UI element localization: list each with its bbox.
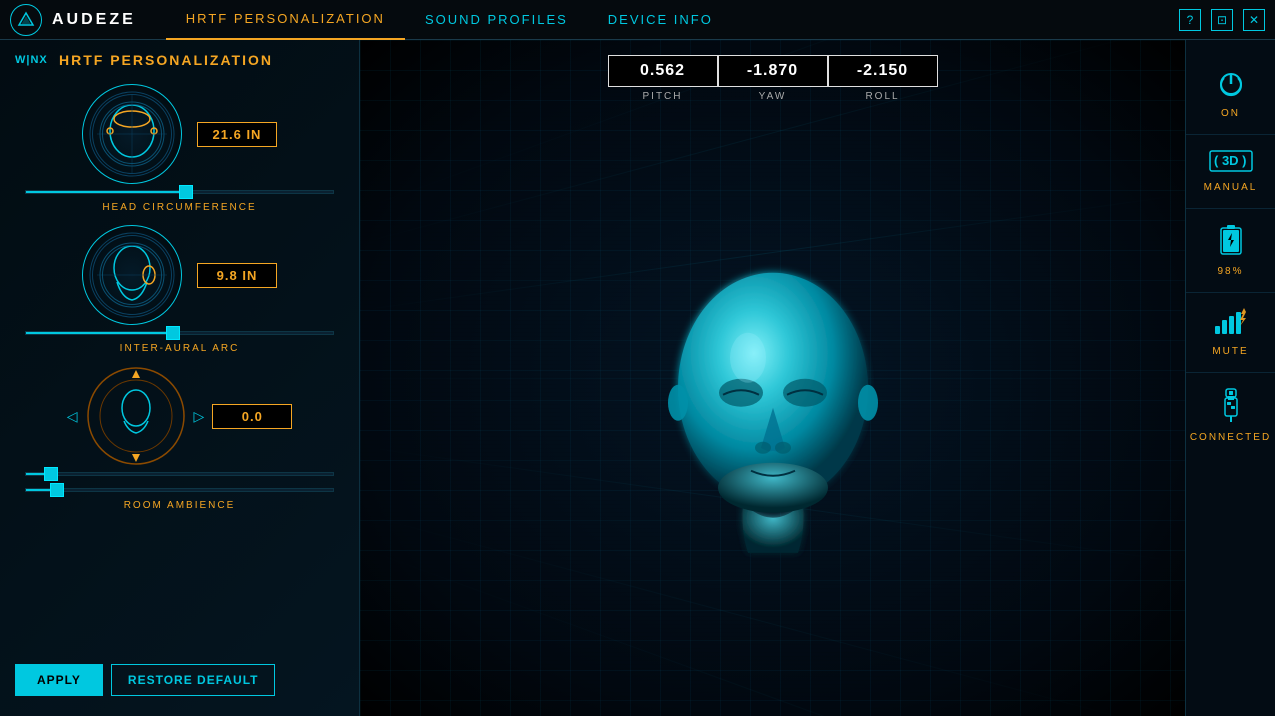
usb-connected-icon bbox=[1218, 388, 1244, 426]
inter-aural-section: 9.8 IN INTER-AURAL ARC bbox=[15, 225, 344, 354]
pitch-label: PITCH bbox=[643, 91, 683, 102]
connected-item: CONNECTED bbox=[1186, 373, 1275, 458]
apply-button[interactable]: APPLY bbox=[15, 664, 103, 696]
head-top-view bbox=[82, 84, 182, 184]
manual-label: MANUAL bbox=[1204, 182, 1258, 193]
manual-3d-icon: ( 3D ) bbox=[1209, 150, 1253, 176]
head-circumference-label: HEAD CIRCUMFERENCE bbox=[15, 202, 344, 213]
svg-text:W|NX: W|NX bbox=[15, 54, 48, 66]
room-ambience-slider[interactable] bbox=[15, 488, 344, 492]
head-circumference-section: 21.6 IN HEAD CIRCUMFERENCE bbox=[15, 84, 344, 213]
ear-offset-value[interactable]: 0.0 bbox=[212, 404, 292, 429]
battery-item: 98% bbox=[1186, 209, 1275, 293]
roll-value: -2.150 bbox=[828, 55, 938, 87]
head-3d-model bbox=[633, 223, 913, 568]
left-panel: W|NX HRTF PERSONALIZATION bbox=[0, 40, 360, 716]
mute-label: MUTE bbox=[1212, 346, 1248, 357]
yaw-label: YAW bbox=[759, 91, 787, 102]
top-nav: AUDEZE HRTF PERSONALIZATION SOUND PROFIL… bbox=[0, 0, 1275, 40]
ear-offset-section: ◁ ▷ 0.0 bbox=[15, 366, 344, 476]
power-label: ON bbox=[1221, 108, 1240, 119]
room-ambience-label: ROOM AMBIENCE bbox=[15, 500, 344, 511]
app-logo bbox=[10, 4, 42, 36]
head-visual-row-2: 9.8 IN bbox=[15, 225, 344, 325]
right-panel: ON ( 3D ) MANUAL bbox=[1185, 40, 1275, 716]
roll-item: -2.150 ROLL bbox=[828, 55, 938, 102]
bottom-buttons: APPLY RESTORE DEFAULT bbox=[15, 664, 275, 696]
nav-right-icons: ? ⊡ ✕ bbox=[1179, 9, 1265, 31]
tab-sound-profiles[interactable]: SOUND PROFILES bbox=[405, 0, 588, 40]
yaw-value: -1.870 bbox=[718, 55, 828, 87]
mute-item[interactable]: MUTE bbox=[1186, 293, 1275, 373]
inter-aural-value[interactable]: 9.8 IN bbox=[197, 263, 277, 288]
tab-hrtf[interactable]: HRTF PERSONALIZATION bbox=[166, 0, 405, 40]
power-icon bbox=[1217, 70, 1245, 102]
ear-offset-slider[interactable] bbox=[15, 472, 344, 476]
svg-text:( 3D ): ( 3D ) bbox=[1214, 153, 1247, 168]
arc-circle bbox=[86, 366, 186, 466]
orientation-row: 0.562 PITCH -1.870 YAW -2.150 ROLL bbox=[608, 55, 938, 102]
inter-aural-label: INTER-AURAL ARC bbox=[15, 343, 344, 354]
panel-title: HRTF PERSONALIZATION bbox=[59, 52, 273, 68]
roll-label: ROLL bbox=[865, 91, 899, 102]
head-side-view bbox=[82, 225, 182, 325]
close-button[interactable]: ✕ bbox=[1243, 9, 1265, 31]
manual-3d-item[interactable]: ( 3D ) MANUAL bbox=[1186, 135, 1275, 209]
tab-device-info[interactable]: DEVICE INFO bbox=[588, 0, 733, 40]
arc-visual: ◁ ▷ 0.0 bbox=[15, 366, 344, 466]
right-arrow-icon: ▷ bbox=[194, 408, 205, 425]
restore-default-button[interactable]: RESTORE DEFAULT bbox=[111, 664, 276, 696]
pitch-value: 0.562 bbox=[608, 55, 718, 87]
brand-name: AUDEZE bbox=[52, 11, 136, 29]
inter-aural-slider[interactable] bbox=[15, 331, 344, 335]
left-arrow-icon: ◁ bbox=[67, 408, 78, 425]
wnx-logo: W|NX bbox=[15, 50, 51, 69]
nav-tabs: HRTF PERSONALIZATION SOUND PROFILES DEVI… bbox=[166, 0, 1179, 40]
head-circumference-slider[interactable] bbox=[15, 190, 344, 194]
center-area: 0.562 PITCH -1.870 YAW -2.150 ROLL bbox=[360, 40, 1185, 716]
yaw-item: -1.870 YAW bbox=[718, 55, 828, 102]
power-item[interactable]: ON bbox=[1186, 55, 1275, 135]
connected-label: CONNECTED bbox=[1190, 432, 1271, 443]
help-button[interactable]: ? bbox=[1179, 9, 1201, 31]
pitch-item: 0.562 PITCH bbox=[608, 55, 718, 102]
head-visual-row-1: 21.6 IN bbox=[15, 84, 344, 184]
panel-header: W|NX HRTF PERSONALIZATION bbox=[15, 50, 344, 69]
main-layout: W|NX HRTF PERSONALIZATION bbox=[0, 40, 1275, 716]
battery-label: 98% bbox=[1217, 266, 1243, 277]
window-button[interactable]: ⊡ bbox=[1211, 9, 1233, 31]
room-ambience-section: ROOM AMBIENCE bbox=[15, 488, 344, 511]
head-circumference-value[interactable]: 21.6 IN bbox=[197, 122, 277, 147]
battery-icon bbox=[1219, 224, 1243, 260]
mute-icon bbox=[1215, 308, 1247, 340]
